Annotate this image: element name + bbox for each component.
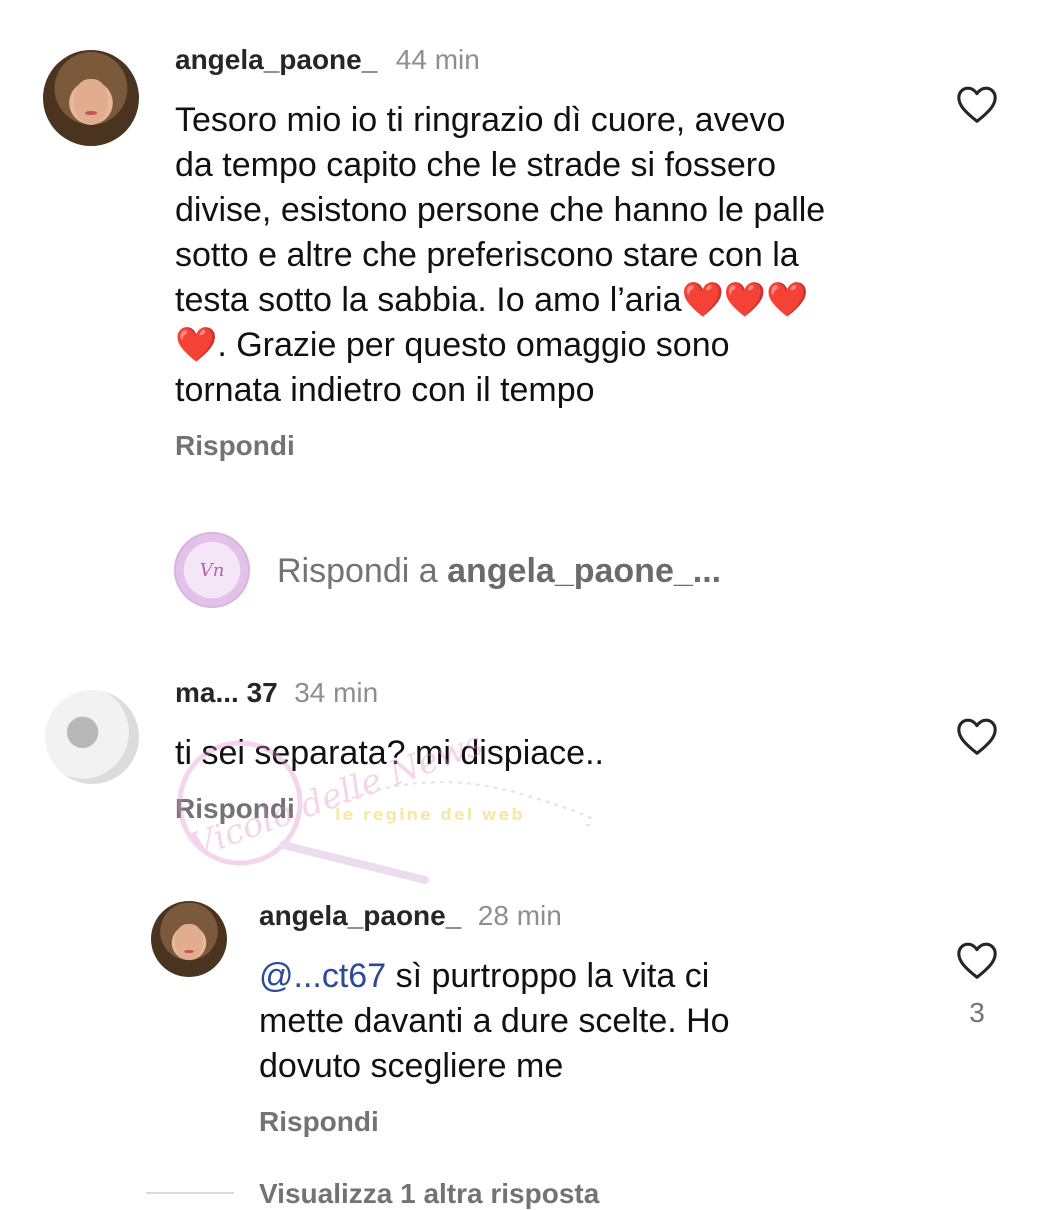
comment-line: da tempo capito che le strade si fossero: [175, 146, 776, 184]
comment-header: ma... 37 34 min: [175, 677, 378, 709]
heart-icon[interactable]: [955, 716, 999, 756]
comment-text: ti sei separata? mi dispiace..: [175, 734, 604, 772]
comment-line: tornata indietro con il tempo: [175, 371, 595, 409]
comment-line: testa sotto la sabbia. Io amo l’aria❤️❤️…: [175, 281, 809, 319]
reply-button[interactable]: Rispondi: [259, 1106, 379, 1138]
comment-text: Tesoro mio io ti ringrazio dì cuore, ave…: [175, 98, 915, 413]
reply-time: 28 min: [477, 900, 562, 931]
reply-button[interactable]: Rispondi: [175, 430, 295, 462]
avatar-logo-text: Vn: [199, 559, 225, 581]
reply-input-prefix: Rispondi a: [277, 552, 448, 590]
reply-text: @...ct67 sì purtroppo la vita ci mette d…: [259, 954, 919, 1089]
reply-line-text: sì purtroppo la vita ci: [386, 957, 710, 995]
reply-input[interactable]: Rispondi a angela_paone_...: [277, 552, 721, 591]
reply-line: dovuto scegliere me: [259, 1047, 564, 1085]
comment-time: 44 min: [395, 44, 480, 75]
my-avatar: Vn: [174, 532, 250, 608]
comment-username[interactable]: ma... 37: [175, 677, 278, 708]
comment-username[interactable]: angela_paone_: [175, 44, 377, 75]
reply-line: @...ct67 sì purtroppo la vita ci: [259, 954, 919, 999]
comment-line: divise, esistono persone che hanno le pa…: [175, 191, 826, 229]
reply-username[interactable]: angela_paone_: [259, 900, 461, 931]
divider: [146, 1192, 234, 1194]
reply-line: mette davanti a dure scelte. Ho: [259, 1002, 730, 1040]
heart-icon[interactable]: [955, 940, 999, 980]
comment-line: ❤️. Grazie per questo omaggio sono: [175, 326, 730, 364]
reply-input-target: angela_paone_...: [447, 552, 722, 590]
reply-header: angela_paone_ 28 min: [259, 900, 562, 932]
avatar-face: [175, 923, 203, 961]
comment-line: sotto e altre che preferiscono stare con…: [175, 236, 799, 274]
avatar-lips: [184, 949, 194, 953]
reply-button[interactable]: Rispondi: [175, 793, 295, 825]
watermark-tagline: le regine del web: [335, 805, 525, 824]
avatar-face: [73, 78, 109, 125]
comment-time: 34 min: [294, 677, 379, 708]
avatar[interactable]: [45, 690, 139, 784]
avatar[interactable]: [43, 50, 139, 146]
view-more-replies-button[interactable]: Visualizza 1 altra risposta: [259, 1178, 599, 1210]
avatar[interactable]: [151, 901, 227, 977]
mention-link[interactable]: @...ct67: [259, 957, 386, 995]
like-count: 3: [969, 997, 985, 1028]
comment-line: Tesoro mio io ti ringrazio dì cuore, ave…: [175, 101, 786, 139]
heart-icon[interactable]: [955, 84, 999, 124]
comment-header: angela_paone_ 44 min: [175, 44, 480, 76]
